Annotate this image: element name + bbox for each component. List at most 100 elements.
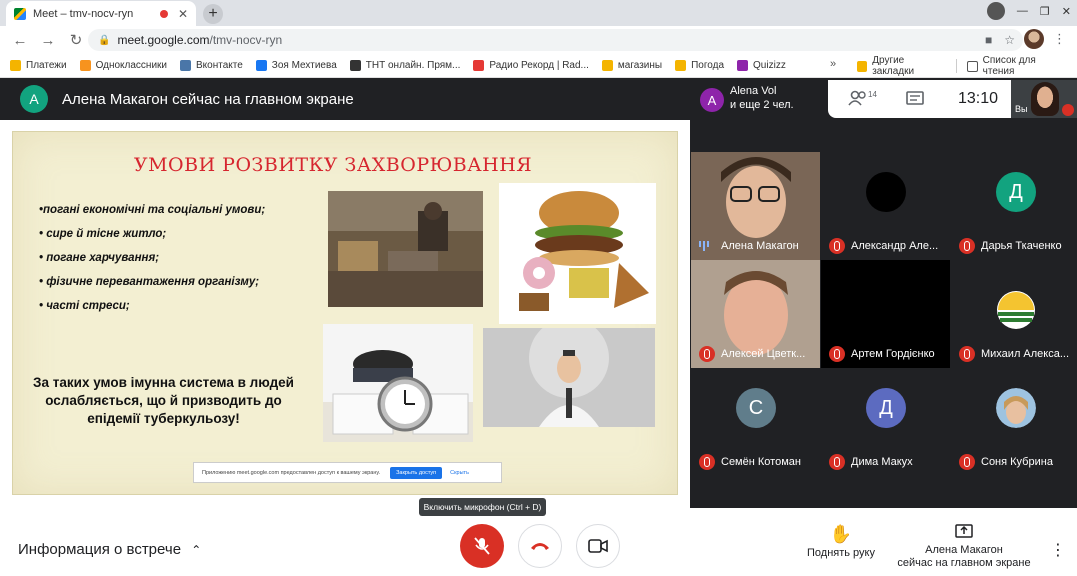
bookmark-item[interactable]: магазины (601, 60, 662, 71)
meeting-info-button[interactable]: Информация о встрече ⌃ (18, 541, 201, 558)
maximize-icon[interactable]: ❐ (1040, 5, 1050, 18)
participant-tile[interactable]: Алексей Цветк... (691, 260, 820, 368)
participant-photo (996, 388, 1036, 428)
participants-count: 14 (868, 90, 877, 99)
back-icon[interactable]: ← (10, 32, 30, 49)
mic-toggle-button[interactable] (460, 524, 504, 568)
address-bar[interactable]: 🔒 meet.google.com /tmv-nocv-ryn ■ ☆ (88, 29, 1023, 51)
meet-favicon-icon (14, 7, 26, 20)
bookmarks-right: Другие закладки Список для чтения (857, 54, 1077, 78)
bookmark-item[interactable]: Вконтакте (180, 60, 243, 71)
participant-avatar: Д (996, 172, 1036, 212)
camera-icon (588, 539, 608, 553)
participant-tile[interactable]: С Семён Котоман (691, 368, 820, 476)
tab-search-icon[interactable] (986, 2, 1005, 20)
reading-list[interactable]: Список для чтения (967, 55, 1064, 77)
participant-name: Дима Макух (851, 456, 913, 468)
hang-up-icon (531, 543, 549, 550)
muted-mic-icon (959, 454, 975, 470)
chevron-up-icon: ⌃ (191, 543, 202, 557)
stop-sharing-button[interactable]: Закрыть доступ (390, 466, 443, 479)
meeting-info-label: Информация о встрече (18, 541, 182, 558)
participant-name: Дарья Ткаченко (981, 240, 1062, 252)
bookmark-item[interactable]: Quizizz (737, 60, 786, 71)
photo-overworked-man (323, 324, 473, 442)
participant-name: Александр Але... (851, 240, 939, 252)
tab-close-icon[interactable]: ✕ (178, 7, 188, 21)
participant-avatar (866, 172, 906, 212)
participant-tile[interactable]: Соня Кубрина (951, 368, 1077, 476)
chat-button[interactable] (906, 91, 924, 112)
bookmark-item[interactable]: Радио Рекорд | Rad... (473, 60, 589, 71)
top-user-info: Alena Vol и еще 2 чел. (730, 84, 794, 112)
bookmark-favicon-icon (675, 60, 687, 71)
camera-toggle-button[interactable] (576, 524, 620, 568)
bookmark-star-icon[interactable]: ☆ (1004, 33, 1015, 47)
more-options-icon[interactable]: ⋮ (1050, 540, 1066, 560)
url-domain: meet.google.com (117, 33, 210, 47)
muted-mic-icon (829, 346, 845, 362)
forward-icon[interactable]: → (38, 32, 58, 49)
participant-name: Артем Гордієнко (851, 348, 935, 360)
recording-indicator-icon (159, 9, 168, 18)
muted-mic-icon (1062, 104, 1074, 116)
bookmark-favicon-icon (737, 60, 749, 71)
bookmark-item[interactable]: Платежи (10, 60, 67, 71)
raise-hand-label: Поднять руку (807, 547, 875, 559)
participant-tile[interactable]: Д Дима Макух (821, 368, 950, 476)
other-bookmarks[interactable]: Другие закладки (857, 55, 943, 77)
lock-icon[interactable]: 🔒 (98, 35, 110, 46)
mic-tooltip: Включить микрофон (Ctrl + D) (419, 498, 546, 516)
muted-mic-icon (699, 346, 715, 362)
close-window-icon[interactable]: ✕ (1062, 5, 1071, 18)
profile-avatar[interactable] (1024, 29, 1044, 49)
participant-avatar: Д (866, 388, 906, 428)
muted-mic-icon (829, 238, 845, 254)
top-user-sub: и еще 2 чел. (730, 99, 794, 111)
bookmark-item[interactable]: Одноклассники (79, 60, 167, 71)
leave-call-button[interactable] (518, 524, 562, 568)
top-user-name: Alena Vol (730, 85, 777, 97)
participant-tile[interactable]: Артем Гордієнко (821, 260, 950, 368)
participant-tile[interactable]: Д Дарья Ткаченко (951, 152, 1077, 260)
raise-hand-button[interactable]: ✋ Поднять руку (800, 524, 882, 559)
participants-button[interactable]: 14 (848, 90, 877, 106)
participant-avatar: С (736, 388, 776, 428)
top-user-avatar: A (698, 86, 726, 114)
bookmark-item[interactable]: Погода (675, 60, 724, 71)
new-tab-button[interactable]: + (203, 4, 223, 24)
bookmark-item[interactable]: Зоя Мехтиева (255, 60, 337, 71)
browser-menu-icon[interactable]: ⋮ (1053, 31, 1066, 47)
browser-tab[interactable]: Meet – tmv-nocv-ryn ✕ (6, 1, 196, 26)
bullet-item: •погані економічні та соціальні умови; (39, 204, 266, 216)
present-line1: Алена Макагон (925, 544, 1003, 556)
photo-stressed-man (483, 328, 655, 427)
bullet-item: • погане харчування; (39, 252, 160, 264)
presenter-banner-text: Алена Макагон сейчас на главном экране (62, 90, 354, 108)
camera-in-use-icon[interactable]: ■ (985, 33, 992, 47)
participant-tile[interactable]: Алена Макагон (691, 152, 820, 260)
self-view-tile: Вы (1011, 80, 1077, 118)
participant-name: Михаил Алекса... (981, 348, 1070, 360)
participant-tile[interactable]: Михаил Алекса... (951, 260, 1077, 368)
minimize-icon[interactable]: — (1017, 5, 1028, 17)
presenter-avatar: A (20, 85, 48, 113)
hide-notice-button[interactable]: Скрыть (450, 470, 469, 476)
window-controls: — ❐ ✕ (986, 2, 1071, 20)
bookmarks-overflow-button[interactable]: » (830, 58, 836, 70)
bookmark-label: Вконтакте (196, 60, 243, 71)
browser-toolbar: ← → ↻ 🔒 meet.google.com /tmv-nocv-ryn ■ … (0, 26, 1077, 54)
folder-icon (857, 60, 868, 72)
reload-icon[interactable]: ↻ (66, 31, 86, 49)
participant-tile[interactable]: Александр Але... (821, 152, 950, 260)
divider (956, 59, 958, 73)
bookmark-item[interactable]: ТНТ онлайн. Прям... (349, 60, 460, 71)
bookmark-favicon-icon (349, 60, 361, 71)
bookmark-favicon-icon (180, 60, 191, 71)
muted-mic-icon (829, 454, 845, 470)
present-now-button[interactable]: Алена Макагон сейчас на главном экране (893, 524, 1035, 570)
bullet-item: • сире й тісне житло; (39, 228, 167, 240)
share-notice-text: Приложению meet.google.com предоставлен … (202, 469, 381, 476)
participant-logo-icon (997, 291, 1035, 329)
bookmark-label: Зоя Мехтиева (271, 60, 337, 71)
